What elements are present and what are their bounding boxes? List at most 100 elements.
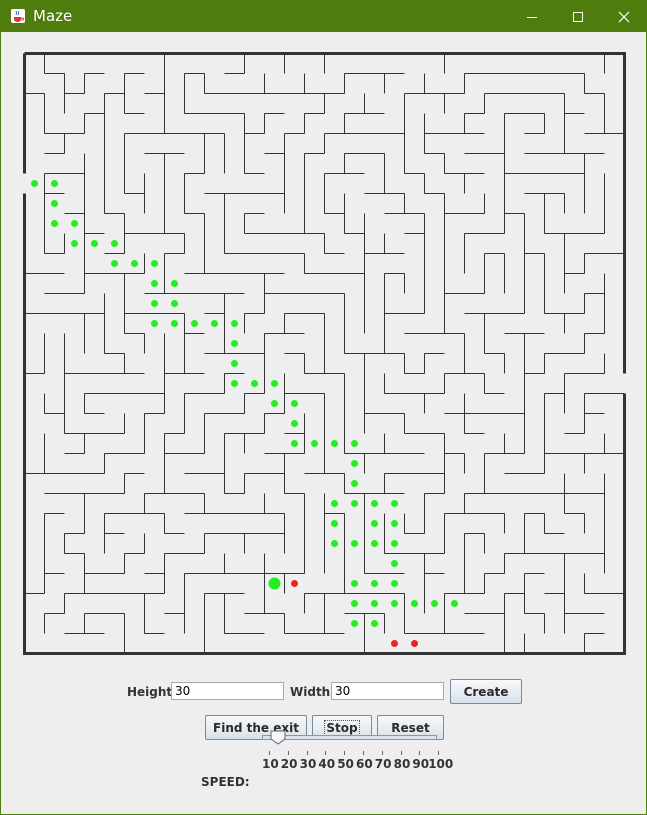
path-dot — [351, 500, 358, 507]
path-dot — [271, 400, 278, 407]
path-dot — [231, 340, 238, 347]
speed-tick-label: 70 — [374, 757, 392, 771]
path-dot — [231, 380, 238, 387]
path-dot — [391, 520, 398, 527]
width-label: Width: — [290, 685, 336, 699]
path-dot — [331, 520, 338, 527]
dead-end-dot — [391, 640, 398, 647]
path-dot — [231, 320, 238, 327]
path-dot — [51, 180, 58, 187]
speed-slider-track[interactable] — [262, 735, 437, 740]
path-dot — [351, 440, 358, 447]
speed-tick-label: 80 — [393, 757, 411, 771]
close-button[interactable] — [601, 1, 647, 32]
speed-tick-label: 50 — [337, 757, 354, 771]
path-dot — [291, 400, 298, 407]
path-dot — [371, 600, 378, 607]
path-dot — [111, 240, 118, 247]
speed-tick-mark — [306, 751, 308, 755]
path-dot — [391, 560, 398, 567]
path-dot — [31, 180, 38, 187]
maze-canvas — [23, 52, 626, 655]
path-dot — [331, 440, 338, 447]
path-dot — [231, 360, 238, 367]
path-dot — [371, 620, 378, 627]
path-dot — [371, 580, 378, 587]
speed-tick-label: 20 — [280, 757, 298, 771]
width-field[interactable]: 30 — [331, 682, 444, 700]
speed-tick-mark — [344, 751, 346, 755]
path-dot — [171, 320, 178, 327]
path-dot — [151, 280, 158, 287]
speed-tick-label: 60 — [356, 757, 373, 771]
path-dot — [111, 260, 118, 267]
path-dot — [371, 540, 378, 547]
path-dot — [251, 380, 258, 387]
height-label: Height: — [127, 685, 177, 699]
speed-tick-mark — [438, 751, 440, 755]
path-dot — [411, 600, 418, 607]
path-dot — [131, 260, 138, 267]
path-dot — [391, 580, 398, 587]
path-dot — [151, 300, 158, 307]
path-dot — [391, 540, 398, 547]
java-cup-icon — [11, 9, 25, 23]
speed-tick-mark — [381, 751, 383, 755]
path-dot — [71, 240, 78, 247]
speed-tick-mark — [287, 751, 289, 755]
path-dot — [91, 240, 98, 247]
path-dot — [51, 220, 58, 227]
speed-tick-mark — [325, 751, 327, 755]
speed-tick-label: 10 — [262, 757, 279, 771]
speed-tick-label: 90 — [412, 757, 430, 771]
path-dot — [371, 520, 378, 527]
dead-end-dot — [291, 580, 298, 587]
path-dot — [351, 600, 358, 607]
speed-tick-mark — [269, 751, 270, 755]
speed-tick-label: 40 — [318, 757, 336, 771]
path-dot — [151, 260, 158, 267]
path-dot — [351, 620, 358, 627]
path-dot — [351, 580, 358, 587]
maximize-icon — [573, 11, 583, 22]
window-title: Maze — [33, 7, 73, 25]
path-dot — [151, 320, 158, 327]
path-dot — [351, 460, 358, 467]
path-dot — [391, 500, 398, 507]
speed-tick-label: 30 — [299, 757, 317, 771]
path-dot — [371, 500, 378, 507]
path-dot — [271, 380, 278, 387]
path-dot — [291, 440, 298, 447]
reset-button-label: Reset — [391, 720, 430, 735]
maximize-button[interactable] — [555, 1, 601, 32]
path-dot — [451, 600, 458, 607]
path-dot — [391, 600, 398, 607]
speed-label: SPEED: — [201, 775, 250, 789]
title-bar[interactable]: Maze — [1, 1, 646, 32]
path-dot — [71, 220, 78, 227]
minimize-button[interactable] — [509, 1, 555, 32]
path-dot — [351, 540, 358, 547]
close-icon — [618, 11, 630, 22]
height-field[interactable]: 30 — [171, 682, 284, 700]
current-position-dot — [268, 577, 281, 590]
path-dot — [351, 480, 358, 487]
path-dot — [51, 200, 58, 207]
path-dot — [291, 420, 298, 427]
speed-tick-mark — [400, 751, 402, 755]
path-dot — [431, 600, 438, 607]
path-dot — [211, 320, 218, 327]
speed-slider-thumb[interactable] — [270, 730, 286, 745]
path-dot — [171, 300, 178, 307]
speed-tick-mark — [419, 751, 421, 755]
speed-tick-mark — [363, 751, 364, 755]
path-dot — [171, 280, 178, 287]
maze-walls — [24, 53, 625, 654]
maze-board[interactable] — [23, 52, 626, 655]
dead-end-dot — [411, 640, 418, 647]
create-button[interactable]: Create — [450, 679, 522, 704]
path-dot — [311, 440, 318, 447]
create-button-label: Create — [463, 684, 509, 699]
path-dot — [191, 320, 198, 327]
stop-button-label: Stop — [324, 719, 360, 736]
